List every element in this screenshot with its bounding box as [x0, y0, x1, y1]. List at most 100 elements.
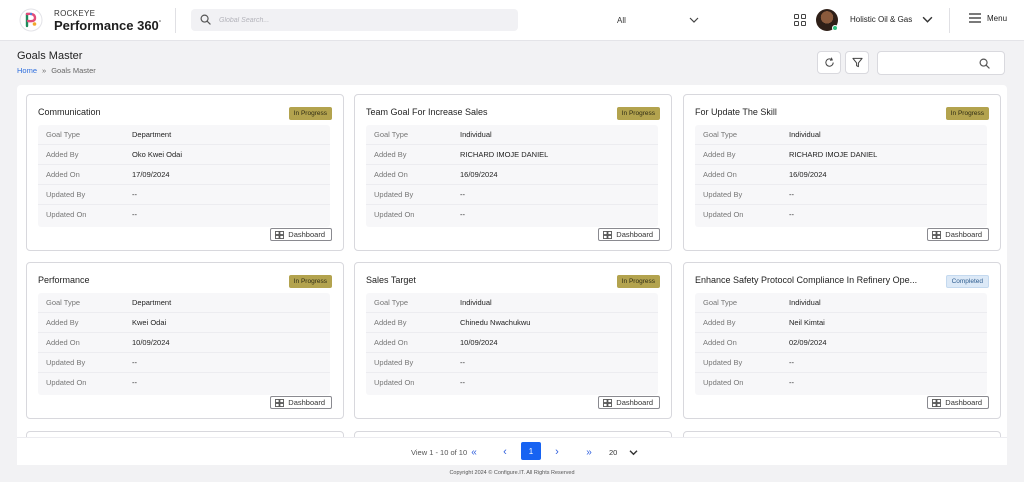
brand-subtitle: ROCKEYE: [54, 9, 96, 18]
goal-field-label: Added By: [703, 150, 736, 159]
search-icon[interactable]: [979, 58, 990, 69]
goal-field-row: Updated On --: [38, 205, 330, 225]
goal-field-value: --: [789, 210, 794, 219]
last-page-button[interactable]: »: [583, 444, 595, 460]
goal-field-value: --: [132, 210, 137, 219]
goal-card[interactable]: Communication In Progress Goal Type Departm…: [26, 94, 344, 251]
menu-label: Menu: [987, 13, 1008, 23]
goal-field-label: Added On: [46, 338, 80, 347]
status-badge: In Progress: [288, 275, 332, 288]
global-search-input[interactable]: [219, 12, 404, 28]
goal-field-value: --: [789, 190, 794, 199]
dashboard-icon: [603, 398, 613, 407]
goal-field-value: Individual: [789, 298, 821, 307]
goal-field-row: Goal Type Department: [38, 293, 330, 313]
goal-field-row: Updated By --: [38, 185, 330, 205]
goal-card[interactable]: Performance In Progress Goal Type Departmen…: [26, 262, 344, 419]
per-page-select[interactable]: 20: [609, 444, 638, 460]
dashboard-button[interactable]: Dashboard: [927, 396, 989, 409]
goal-field-row: Added By Chinedu Nwachukwu: [366, 313, 658, 333]
goal-card[interactable]: For Update The Skill In Progress Goal Type…: [683, 94, 1001, 251]
dashboard-button[interactable]: Dashboard: [270, 396, 332, 409]
goal-field-value: 16/09/2024: [460, 170, 498, 179]
dashboard-button[interactable]: Dashboard: [270, 228, 332, 241]
goal-field-label: Added By: [374, 150, 407, 159]
goal-field-value: Department: [132, 130, 172, 139]
goal-field-row: Added On 16/09/2024: [366, 165, 658, 185]
status-badge: In Progress: [616, 275, 660, 288]
dashboard-icon: [603, 230, 613, 239]
goal-field-row: Goal Type Individual: [366, 293, 658, 313]
goal-field-value: RICHARD IMOJE DANIEL: [789, 150, 878, 159]
goal-title[interactable]: Team Goal For Increase Sales: [366, 107, 596, 117]
goal-field-value: --: [460, 190, 465, 199]
goal-field-row: Goal Type Individual: [695, 125, 987, 145]
goal-field-row: Added By Neil Kimtai: [695, 313, 987, 333]
goal-field-row: Goal Type Department: [38, 125, 330, 145]
online-status-dot: [832, 25, 838, 31]
goal-field-row: Updated On --: [695, 373, 987, 393]
goal-title[interactable]: Communication: [38, 107, 268, 117]
goal-field-value: --: [789, 358, 794, 367]
dashboard-button[interactable]: Dashboard: [598, 396, 660, 409]
goal-card[interactable]: Sales Target In Progress Goal Type Individu…: [354, 262, 672, 419]
list-search: [877, 51, 1005, 75]
prev-page-button[interactable]: ‹: [499, 444, 511, 460]
goal-field-label: Added On: [374, 338, 408, 347]
dashboard-icon: [275, 230, 285, 239]
goal-title[interactable]: Sales Target: [366, 275, 596, 285]
goal-field-row: Updated On --: [38, 373, 330, 393]
breadcrumb-home[interactable]: Home: [17, 66, 37, 75]
refresh-icon: [824, 57, 834, 67]
pagination-bar: View 1 - 10 of 10 « ‹ 1 › » 20: [17, 437, 1007, 465]
goal-field-value: --: [789, 378, 794, 387]
goal-field-label: Updated On: [703, 378, 744, 387]
per-page-value: 20: [609, 447, 618, 457]
breadcrumb: Home » Goals Master: [17, 66, 96, 75]
status-badge: In Progress: [616, 107, 660, 120]
goal-field-row: Updated By --: [695, 185, 987, 205]
goal-field-value: Kwei Odai: [132, 318, 167, 327]
status-badge: Completed: [945, 275, 989, 288]
goal-field-row: Added On 02/09/2024: [695, 333, 987, 353]
goal-field-value: --: [460, 210, 465, 219]
pagination-info: View 1 - 10 of 10: [411, 448, 468, 457]
dashboard-button-label: Dashboard: [945, 230, 982, 239]
goal-field-value: --: [132, 358, 137, 367]
goal-title[interactable]: For Update The Skill: [695, 107, 925, 117]
goal-card[interactable]: Team Goal For Increase Sales In Progress G…: [354, 94, 672, 251]
dashboard-button[interactable]: Dashboard: [927, 228, 989, 241]
goal-title[interactable]: Performance: [38, 275, 268, 285]
dashboard-button[interactable]: Dashboard: [598, 228, 660, 241]
goal-field-label: Added On: [703, 170, 737, 179]
list-search-input[interactable]: [884, 56, 976, 71]
goal-field-row: Added On 16/09/2024: [695, 165, 987, 185]
goal-field-label: Updated By: [374, 190, 414, 199]
goal-field-label: Updated On: [46, 378, 87, 387]
goal-card[interactable]: Enhance Safety Protocol Compliance In Re…: [683, 262, 1001, 419]
refresh-button[interactable]: [817, 51, 841, 74]
goal-field-row: Updated On --: [366, 205, 658, 225]
page-number-button[interactable]: 1: [521, 442, 541, 460]
chevron-down-icon[interactable]: [922, 15, 933, 24]
next-page-button[interactable]: ›: [551, 444, 563, 460]
menu-button[interactable]: Menu: [969, 13, 1007, 23]
status-badge: In Progress: [945, 107, 989, 120]
first-page-button[interactable]: «: [468, 444, 480, 460]
goal-field-row: Updated By --: [695, 353, 987, 373]
goal-field-label: Goal Type: [703, 298, 738, 307]
logo-icon[interactable]: [19, 8, 43, 32]
organization-name[interactable]: Holistic Oil & Gas: [850, 15, 912, 24]
filter-button[interactable]: [845, 51, 869, 74]
search-scope-select[interactable]: All: [609, 11, 707, 29]
dashboard-button-label: Dashboard: [616, 230, 653, 239]
goal-title[interactable]: Enhance Safety Protocol Compliance In Re…: [695, 275, 925, 285]
global-search: All: [191, 9, 707, 31]
goal-field-label: Updated By: [374, 358, 414, 367]
apps-grid-icon[interactable]: [794, 14, 806, 26]
goals-grid: Communication In Progress Goal Type Departm…: [17, 85, 1007, 465]
goal-field-row: Updated By --: [366, 353, 658, 373]
goal-field-label: Added On: [374, 170, 408, 179]
brand-name: Performance 360°: [54, 18, 162, 33]
status-badge: In Progress: [288, 107, 332, 120]
